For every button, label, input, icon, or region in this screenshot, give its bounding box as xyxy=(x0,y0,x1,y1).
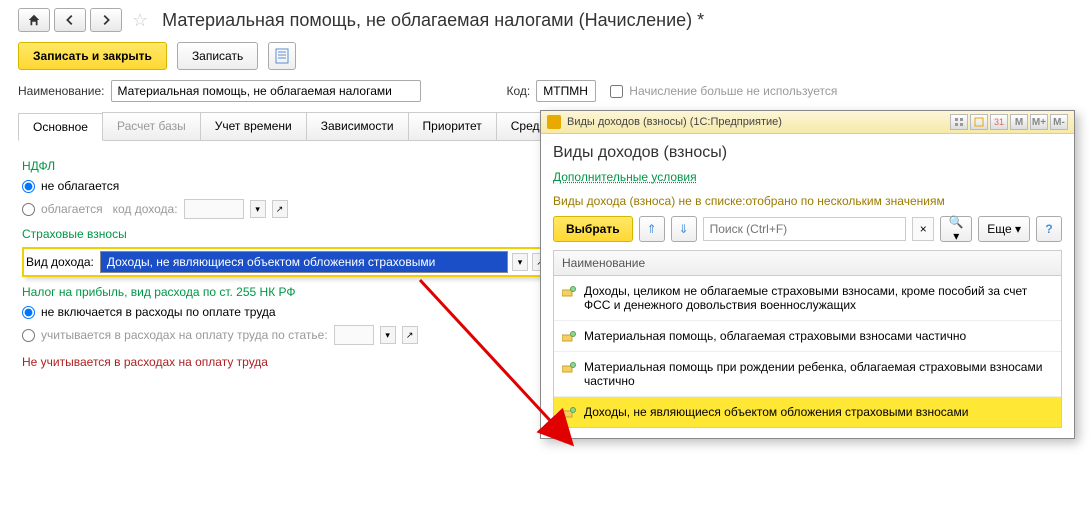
list-item[interactable]: Доходы, не являющиеся объектом обложения… xyxy=(554,397,1061,427)
search-button[interactable]: 🔍▾ xyxy=(940,216,972,242)
list-item-text: Доходы, целиком не облагаемые страховыми… xyxy=(584,284,1053,312)
np-article-open[interactable]: ↗ xyxy=(402,326,418,344)
calendar-icon: 31 xyxy=(994,117,1004,127)
sys-m3[interactable]: M- xyxy=(1050,114,1068,130)
name-label: Наименование: xyxy=(18,84,105,98)
np-article-input[interactable] xyxy=(334,325,374,345)
help-button[interactable]: ? xyxy=(1036,216,1062,242)
move-up-button[interactable]: ⇑ xyxy=(639,216,665,242)
np-yes-label: учитывается в расходах на оплату труда п… xyxy=(41,328,328,342)
report-button[interactable] xyxy=(268,42,296,70)
ndfl-code-open[interactable]: ↗ xyxy=(272,200,288,218)
np-no-label: не включается в расходы по оплате труда xyxy=(41,305,276,319)
page-title: Материальная помощь, не облагаемая налог… xyxy=(162,10,704,31)
move-down-button[interactable]: ⇓ xyxy=(671,216,697,242)
search-clear-button[interactable]: × xyxy=(912,217,934,241)
tab-main[interactable]: Основное xyxy=(18,113,103,141)
code-label: Код: xyxy=(507,84,531,98)
np-yes-radio[interactable] xyxy=(22,329,35,342)
sys-btn-1[interactable] xyxy=(950,114,968,130)
list-item[interactable]: Доходы, целиком не облагаемые страховыми… xyxy=(554,276,1061,321)
ndfl-code-label: код дохода: xyxy=(113,202,178,216)
select-button[interactable]: Выбрать xyxy=(553,216,633,242)
list-item-text: Материальная помощь, облагаемая страховы… xyxy=(584,329,966,343)
item-icon xyxy=(562,362,576,374)
ndfl-yes-radio[interactable] xyxy=(22,203,35,216)
help-icon: ? xyxy=(1045,222,1052,236)
sys-btn-3[interactable]: 31 xyxy=(990,114,1008,130)
ndfl-no-label: не облагается xyxy=(41,179,119,193)
sys-btn-2[interactable] xyxy=(970,114,988,130)
vd-label: Вид дохода: xyxy=(26,255,94,269)
name-input[interactable] xyxy=(111,80,421,102)
tab-time[interactable]: Учет времени xyxy=(200,112,307,140)
arrow-left-icon xyxy=(63,13,77,27)
tab-calc-base[interactable]: Расчет базы xyxy=(102,112,201,140)
vd-input[interactable]: Доходы, не являющиеся объектом обложения… xyxy=(100,251,508,273)
more-label: Еще xyxy=(987,222,1011,236)
save-close-button[interactable]: Записать и закрыть xyxy=(18,42,167,70)
search-icon: 🔍▾ xyxy=(947,215,965,243)
app-icon xyxy=(547,115,561,129)
arrow-right-icon xyxy=(99,13,113,27)
list-item[interactable]: Материальная помощь при рождении ребенка… xyxy=(554,352,1061,397)
ndfl-yes-label: облагается xyxy=(41,202,103,216)
additional-conditions-link[interactable]: Дополнительные условия xyxy=(553,170,697,184)
list-item-text: Доходы, не являющиеся объектом обложения… xyxy=(584,405,968,419)
income-types-popup: Виды доходов (взносы) (1С:Предприятие) 3… xyxy=(540,110,1075,439)
vd-dropdown[interactable]: ▾ xyxy=(512,253,528,271)
popup-titlebar-text: Виды доходов (взносы) (1С:Предприятие) xyxy=(567,116,944,128)
sys-m1[interactable]: M xyxy=(1010,114,1028,130)
home-icon xyxy=(27,13,41,27)
np-article-dropdown[interactable]: ▾ xyxy=(380,326,396,344)
arrow-down-icon: ⇓ xyxy=(679,222,689,236)
code-input[interactable] xyxy=(536,80,596,102)
item-icon xyxy=(562,286,576,298)
popup-titlebar[interactable]: Виды доходов (взносы) (1С:Предприятие) 3… xyxy=(541,111,1074,134)
sys-m2[interactable]: M+ xyxy=(1030,114,1048,130)
list-item-text: Материальная помощь при рождении ребенка… xyxy=(584,360,1053,388)
nolonger-checkbox[interactable] xyxy=(610,85,623,98)
item-icon xyxy=(562,331,576,343)
grid-icon xyxy=(954,117,964,127)
item-icon xyxy=(562,407,576,419)
ndfl-no-radio[interactable] xyxy=(22,180,35,193)
forward-button[interactable] xyxy=(90,8,122,32)
income-types-list: Доходы, целиком не облагаемые страховыми… xyxy=(553,276,1062,428)
home-button[interactable] xyxy=(18,8,50,32)
ndfl-code-input[interactable] xyxy=(184,199,244,219)
favorite-icon[interactable]: ☆ xyxy=(132,10,148,31)
ndfl-code-dropdown[interactable]: ▾ xyxy=(250,200,266,218)
search-input[interactable] xyxy=(703,217,907,241)
popup-title: Виды доходов (взносы) xyxy=(553,144,1062,162)
list-item[interactable]: Материальная помощь, облагаемая страховы… xyxy=(554,321,1061,352)
tab-deps[interactable]: Зависимости xyxy=(306,112,409,140)
more-button[interactable]: Еще ▾ xyxy=(978,216,1030,242)
arrow-up-icon: ⇑ xyxy=(647,222,657,236)
save-button[interactable]: Записать xyxy=(177,42,258,70)
calc-icon xyxy=(974,117,984,127)
np-no-radio[interactable] xyxy=(22,306,35,319)
filter-text: Виды дохода (взноса) не в списке:отобран… xyxy=(553,194,1062,208)
list-header[interactable]: Наименование xyxy=(553,250,1062,276)
document-icon xyxy=(275,48,289,64)
back-button[interactable] xyxy=(54,8,86,32)
tab-priority[interactable]: Приоритет xyxy=(408,112,497,140)
nolonger-label: Начисление больше не используется xyxy=(629,84,837,98)
chevron-down-icon: ▾ xyxy=(1015,222,1021,236)
